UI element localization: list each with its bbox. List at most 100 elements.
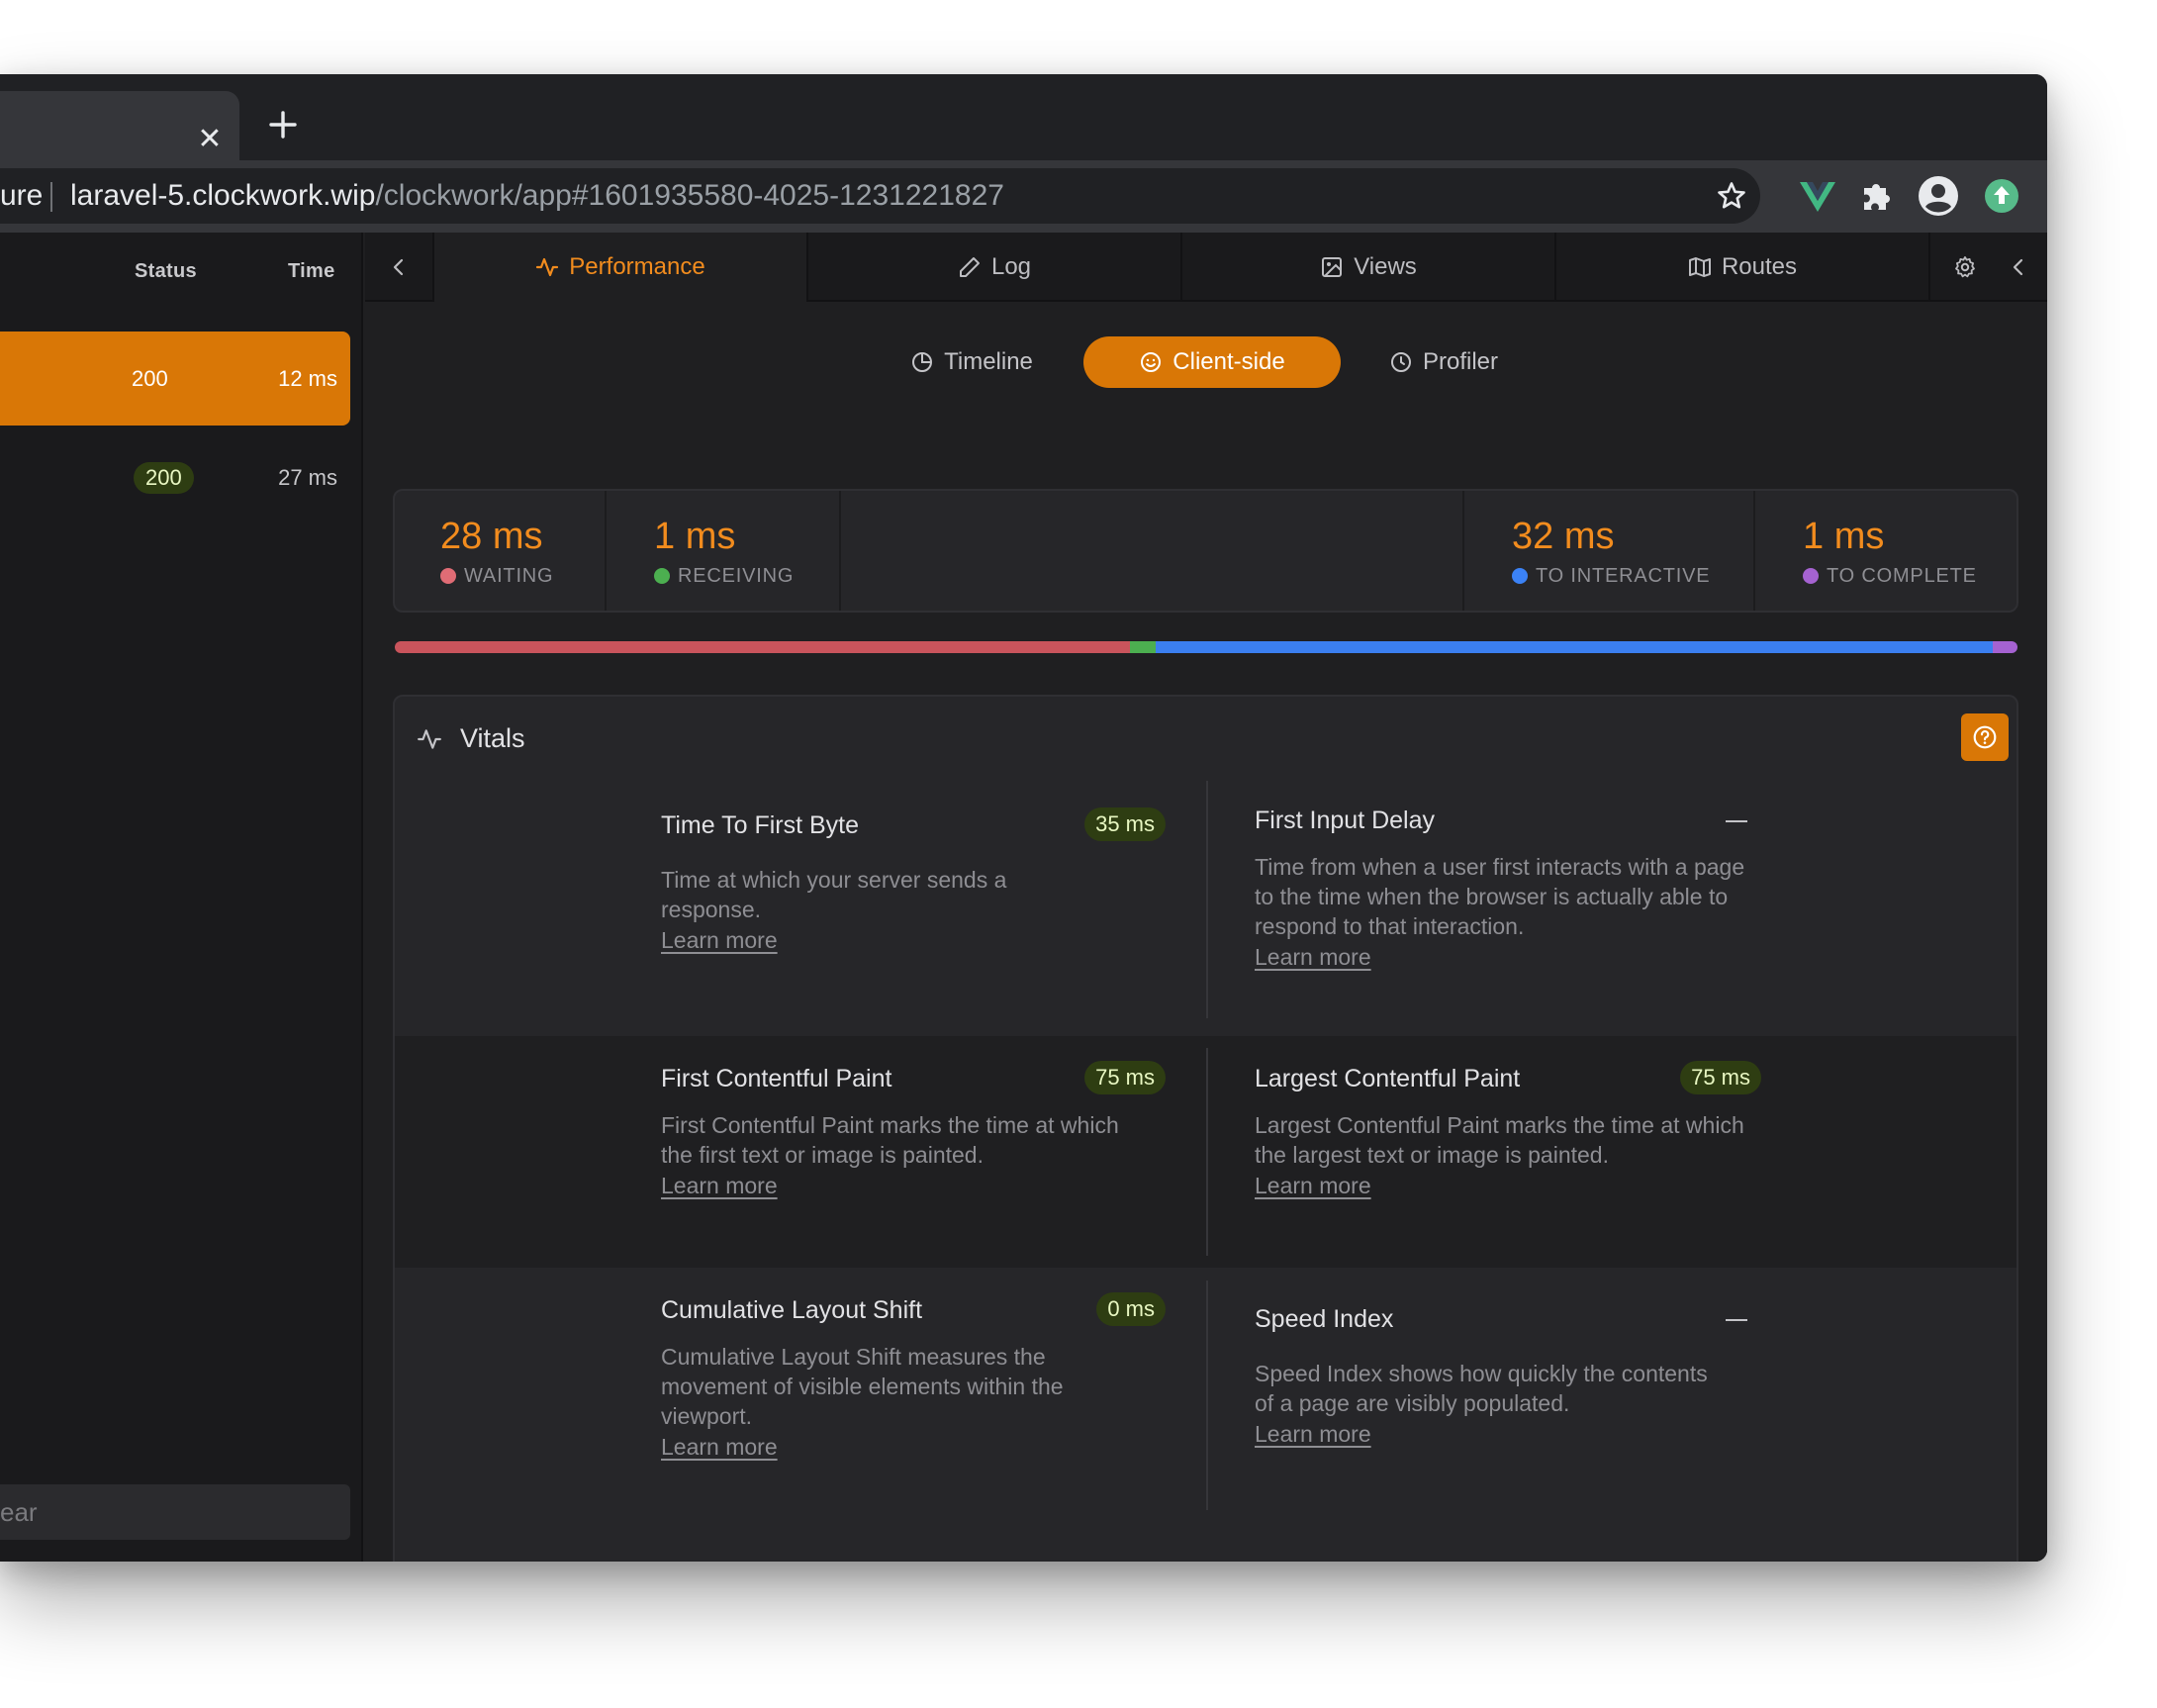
learn-more-link[interactable]: Learn more xyxy=(1255,1173,1371,1199)
legend-dot xyxy=(1512,568,1528,584)
timing-bar-segment xyxy=(1156,641,1994,653)
learn-more-link[interactable]: Learn more xyxy=(1255,1421,1371,1448)
metric-label: RECEIVING xyxy=(654,565,794,588)
vital-item: First Contentful Paint 75 ms First Conte… xyxy=(661,1059,1166,1199)
update-icon[interactable] xyxy=(1980,174,2023,218)
vital-value-empty xyxy=(1726,1319,1747,1321)
vital-title: First Contentful Paint xyxy=(661,1065,892,1092)
segment-client-side[interactable]: Client-side xyxy=(1083,336,1341,388)
vital-description: First Contentful Paint marks the time at… xyxy=(661,1112,1119,1168)
url-text[interactable]: laravel-5.clockwork.wip/clockwork/app#16… xyxy=(70,168,1004,224)
pie-chart-icon xyxy=(912,352,933,372)
sidebar-toggle-button[interactable] xyxy=(365,233,434,302)
security-label[interactable]: ure xyxy=(0,168,43,224)
star-icon[interactable] xyxy=(1716,180,1747,212)
learn-more-link[interactable]: Learn more xyxy=(661,1173,778,1199)
chevron-left-icon xyxy=(393,258,404,276)
vital-value-badge: 75 ms xyxy=(1084,1061,1166,1094)
collapse-button[interactable] xyxy=(1990,233,2047,302)
segment-label: Client-side xyxy=(1172,348,1285,375)
vital-description: Time at which your server sends a respon… xyxy=(661,867,1007,922)
column-header-time[interactable]: Time xyxy=(288,260,335,283)
timing-bar-segment xyxy=(395,641,1130,653)
tab-strip: ✕ xyxy=(0,74,2047,160)
vital-item: Largest Contentful Paint 75 ms Largest C… xyxy=(1255,1059,1761,1199)
metric-value: 32 ms xyxy=(1512,516,1615,557)
vitals-row: First Contentful Paint 75 ms First Conte… xyxy=(395,1036,2016,1268)
help-button[interactable] xyxy=(1961,713,2009,761)
search-input[interactable]: ear xyxy=(0,1484,350,1540)
browser-window: ✕ ure laravel-5.clockwork.wip/clockwork/… xyxy=(0,74,2047,1562)
vital-item: Time To First Byte 35 ms Time at which y… xyxy=(661,806,1166,954)
vital-value-empty xyxy=(1726,820,1747,822)
vitals-header: Vitals xyxy=(395,697,2016,781)
metric-label: TO INTERACTIVE xyxy=(1512,565,1710,588)
divider xyxy=(1206,781,1208,1018)
column-header-status[interactable]: Status xyxy=(135,260,197,283)
chevron-left-icon xyxy=(2013,258,2023,276)
metric-receiving: 1 ms RECEIVING xyxy=(607,491,841,611)
smile-icon xyxy=(1141,352,1162,372)
vitals-row: Time To First Byte 35 ms Time at which y… xyxy=(395,781,2016,1036)
learn-more-link[interactable]: Learn more xyxy=(661,1434,778,1461)
vital-description: Largest Contentful Paint marks the time … xyxy=(1255,1112,1744,1168)
vital-title: Time To First Byte xyxy=(661,811,860,839)
vital-item: Cumulative Layout Shift 0 ms Cumulative … xyxy=(661,1291,1166,1461)
address-bar[interactable]: ure laravel-5.clockwork.wip/clockwork/ap… xyxy=(0,168,1760,224)
search-text: ear xyxy=(0,1497,38,1527)
plus-icon[interactable] xyxy=(263,105,303,144)
request-row[interactable]: 200 27 ms xyxy=(0,430,350,524)
browser-tab[interactable]: ✕ xyxy=(0,91,239,160)
learn-more-link[interactable]: Learn more xyxy=(661,927,778,954)
browser-toolbar: ure laravel-5.clockwork.wip/clockwork/ap… xyxy=(0,160,2047,233)
request-time: 27 ms xyxy=(278,465,337,490)
vital-item: First Input Delay Time from when a user … xyxy=(1255,801,1759,971)
tab-views[interactable]: Views xyxy=(1182,233,1556,302)
vital-item: Speed Index Speed Index shows how quickl… xyxy=(1255,1299,1759,1448)
request-status: 200 xyxy=(132,366,168,391)
vital-value-badge: 0 ms xyxy=(1096,1292,1166,1326)
address-separator xyxy=(50,182,52,212)
vital-description: Cumulative Layout Shift measures the mov… xyxy=(661,1344,1064,1429)
metric-to-interactive: 32 ms TO INTERACTIVE xyxy=(1464,491,1755,611)
learn-more-link[interactable]: Learn more xyxy=(1255,944,1371,971)
vue-devtools-icon[interactable] xyxy=(1796,174,1839,218)
panel-tabs: Performance Log Views Routes xyxy=(365,233,2047,302)
vital-title: Largest Contentful Paint xyxy=(1255,1065,1521,1092)
tab-routes[interactable]: Routes xyxy=(1556,233,1930,302)
metric-value: 1 ms xyxy=(654,516,736,557)
request-status-badge: 200 xyxy=(134,462,194,494)
segment-label: Timeline xyxy=(944,348,1033,375)
metric-label: TO COMPLETE xyxy=(1803,565,1977,588)
pencil-icon xyxy=(959,257,980,277)
timing-bar xyxy=(395,641,2017,653)
puzzle-icon[interactable] xyxy=(1856,174,1900,218)
vitals-card: Vitals Time To First Byte 35 ms Time at … xyxy=(393,695,2018,1562)
tab-log[interactable]: Log xyxy=(808,233,1182,302)
vital-description: Time from when a user first interacts wi… xyxy=(1255,854,1745,939)
request-time: 12 ms xyxy=(278,366,337,391)
clock-icon xyxy=(1390,352,1411,372)
segment-label: Profiler xyxy=(1422,348,1499,375)
map-icon xyxy=(1688,257,1711,277)
url-host: laravel-5.clockwork.wip xyxy=(70,179,376,212)
tab-label: Routes xyxy=(1721,253,1798,280)
request-row[interactable]: 200 12 ms xyxy=(0,332,350,426)
legend-dot xyxy=(654,568,670,584)
vital-title: First Input Delay xyxy=(1255,807,1436,834)
metric-value: 1 ms xyxy=(1803,516,1885,557)
close-icon[interactable]: ✕ xyxy=(194,124,226,155)
metric-label: WAITING xyxy=(440,565,553,588)
profile-icon[interactable] xyxy=(1917,174,1960,218)
vital-value-badge: 75 ms xyxy=(1680,1061,1761,1094)
url-path: /clockwork/app#1601935580-4025-123122182… xyxy=(375,179,1004,212)
image-icon xyxy=(1322,257,1343,277)
metric-spacer xyxy=(841,491,1464,611)
divider xyxy=(1206,1048,1208,1256)
tab-performance[interactable]: Performance xyxy=(434,233,808,302)
timing-bar-segment xyxy=(1993,641,2017,653)
activity-icon xyxy=(418,729,441,749)
segment-timeline[interactable]: Timeline xyxy=(878,336,1066,388)
segment-profiler[interactable]: Profiler xyxy=(1355,336,1533,388)
timing-metrics: 28 ms WAITING 1 ms RECEIVING 32 ms TO IN… xyxy=(393,489,2018,613)
